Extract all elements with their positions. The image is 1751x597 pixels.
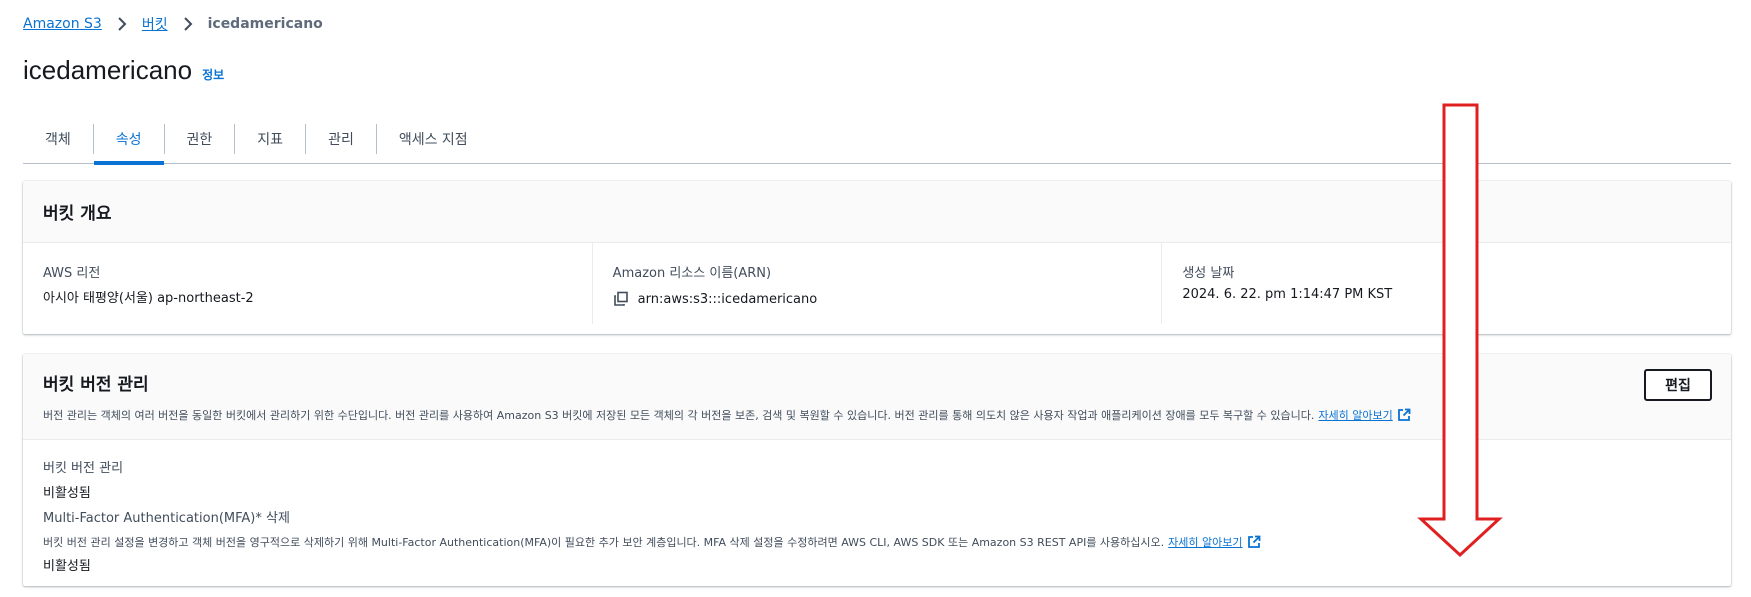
versioning-description-text: 버전 관리는 객체의 여러 버전을 동일한 버킷에서 관리하기 위한 수단입니다… xyxy=(43,409,1315,422)
region-value: 아시아 태평양(서울) ap-northeast-2 xyxy=(43,291,254,306)
tab-bar: 객체 속성 권한 지표 관리 액세스 지점 xyxy=(23,114,1731,165)
bucket-versioning-description: 버전 관리는 객체의 여러 버전을 동일한 버킷에서 관리하기 위한 수단입니다… xyxy=(43,407,1711,423)
bucket-versioning-title: 버킷 버전 관리 xyxy=(43,375,149,395)
versioning-status-value: 비활성됨 xyxy=(43,486,91,501)
mfa-delete-value: 비활성됨 xyxy=(43,559,91,574)
page-header: icedamericano 정보 xyxy=(23,55,224,86)
mfa-learn-more-link[interactable]: 자세히 알아보기 xyxy=(1168,534,1242,550)
arn-column: Amazon 리소스 이름(ARN) arn:aws:s3:::icedamer… xyxy=(593,243,1163,324)
external-link-icon xyxy=(1397,408,1411,422)
region-column: AWS 리전 아시아 태평양(서울) ap-northeast-2 xyxy=(23,243,593,324)
external-link-icon xyxy=(1247,535,1261,549)
versioning-status-label: 버킷 버전 관리 xyxy=(43,461,124,476)
tab-access-points[interactable]: 액세스 지점 xyxy=(377,114,490,164)
copy-icon[interactable] xyxy=(613,291,629,307)
tab-permissions[interactable]: 권한 xyxy=(165,114,235,164)
region-label: AWS 리전 xyxy=(43,266,101,281)
page-title: icedamericano xyxy=(23,55,193,85)
learn-more-link[interactable]: 자세히 알아보기 xyxy=(1318,407,1392,423)
tab-metrics[interactable]: 지표 xyxy=(235,114,305,164)
breadcrumb: Amazon S3 버킷 icedamericano xyxy=(23,14,323,34)
arn-row: arn:aws:s3:::icedamericano xyxy=(613,291,1142,307)
bucket-versioning-header: 버킷 버전 관리 버전 관리는 객체의 여러 버전을 동일한 버킷에서 관리하기… xyxy=(23,354,1731,440)
bucket-versioning-panel: 버킷 버전 관리 버전 관리는 객체의 여러 버전을 동일한 버킷에서 관리하기… xyxy=(23,354,1731,586)
mfa-description-text: 버킷 버전 관리 설정을 변경하고 객체 버전을 영구적으로 삭제하기 위해 M… xyxy=(43,536,1165,549)
bucket-overview-header: 버킷 개요 xyxy=(23,181,1731,243)
breadcrumb-amazon-s3[interactable]: Amazon S3 xyxy=(23,16,102,32)
tab-objects[interactable]: 객체 xyxy=(23,114,93,164)
mfa-delete-label: Multi-Factor Authentication(MFA)* 삭제 xyxy=(43,511,290,526)
bucket-overview-title: 버킷 개요 xyxy=(43,204,112,224)
mfa-delete-description: 버킷 버전 관리 설정을 변경하고 객체 버전을 영구적으로 삭제하기 위해 M… xyxy=(43,534,1711,550)
breadcrumb-buckets[interactable]: 버킷 xyxy=(142,14,168,34)
created-label: 생성 날짜 xyxy=(1182,266,1235,281)
edit-button[interactable]: 편집 xyxy=(1644,369,1712,401)
bucket-versioning-body: 버킷 버전 관리 비활성됨 Multi-Factor Authenticatio… xyxy=(23,440,1731,586)
tab-management[interactable]: 관리 xyxy=(306,114,376,164)
arn-label: Amazon 리소스 이름(ARN) xyxy=(612,266,772,281)
bucket-overview-panel: 버킷 개요 AWS 리전 아시아 태평양(서울) ap-northeast-2 … xyxy=(23,181,1731,334)
tab-properties[interactable]: 속성 xyxy=(93,114,164,165)
breadcrumb-current: icedamericano xyxy=(207,16,323,32)
arn-value: arn:aws:s3:::icedamericano xyxy=(637,291,818,307)
info-link[interactable]: 정보 xyxy=(202,66,224,83)
created-value: 2024. 6. 22. pm 1:14:47 PM KST xyxy=(1182,287,1393,302)
created-column: 생성 날짜 2024. 6. 22. pm 1:14:47 PM KST xyxy=(1162,243,1731,324)
chevron-right-icon xyxy=(177,15,199,33)
chevron-right-icon xyxy=(111,15,133,33)
bucket-overview-grid: AWS 리전 아시아 태평양(서울) ap-northeast-2 Amazon… xyxy=(23,243,1731,334)
